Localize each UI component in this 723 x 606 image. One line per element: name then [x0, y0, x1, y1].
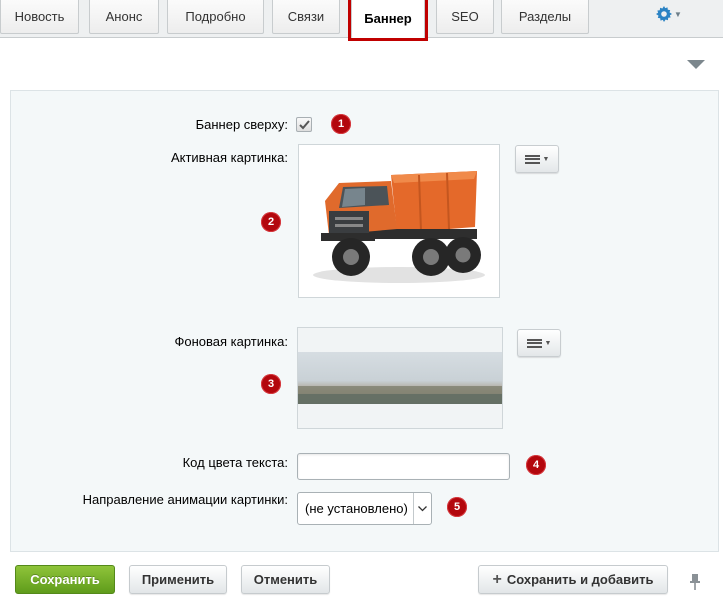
- checkmark-icon: [298, 119, 310, 129]
- tab-label: Подробно: [185, 9, 246, 24]
- active-image-preview[interactable]: [298, 144, 500, 298]
- step-badge-3: 3: [261, 374, 281, 394]
- background-image-label: Фоновая картинка:: [174, 334, 288, 349]
- animation-direction-label: Направление анимации картинки:: [82, 492, 288, 507]
- truck-image: [313, 171, 485, 283]
- tab-label: Баннер: [364, 11, 412, 26]
- tab-announce[interactable]: Анонс: [89, 0, 159, 34]
- active-image-menu-button[interactable]: ▼: [515, 145, 559, 173]
- chevron-down-icon: ▼: [542, 155, 550, 163]
- save-button[interactable]: Сохранить: [15, 565, 115, 594]
- text-color-input[interactable]: [297, 453, 510, 480]
- save-and-add-button[interactable]: + Сохранить и добавить: [478, 565, 668, 594]
- chevron-down-icon: ▼: [544, 339, 552, 347]
- tab-label: Связи: [287, 9, 325, 24]
- step-badge-4: 4: [526, 455, 546, 475]
- tab-banner[interactable]: Баннер: [351, 0, 425, 38]
- text-color-label: Код цвета текста:: [182, 455, 288, 470]
- gear-icon: [656, 6, 672, 22]
- banner-top-checkbox[interactable]: [296, 117, 312, 132]
- background-image-menu-button[interactable]: ▼: [517, 329, 561, 357]
- button-label: Сохранить и добавить: [506, 572, 654, 587]
- apply-button[interactable]: Применить: [129, 565, 227, 594]
- step-badge-2: 2: [261, 212, 281, 232]
- button-label: Сохранить: [30, 572, 100, 587]
- hamburger-menu-icon: [526, 338, 542, 348]
- settings-button[interactable]: ▼: [656, 4, 686, 24]
- tab-news[interactable]: Новость: [0, 0, 79, 34]
- button-label: Применить: [141, 572, 215, 587]
- tab-label: Разделы: [518, 9, 572, 24]
- plus-icon: +: [492, 570, 502, 588]
- pin-icon[interactable]: [688, 573, 702, 591]
- tab-details[interactable]: Подробно: [167, 0, 264, 34]
- landscape-image: [298, 352, 502, 404]
- button-label: Отменить: [253, 572, 318, 587]
- tab-links[interactable]: Связи: [272, 0, 340, 34]
- chevron-down-icon: [413, 493, 431, 524]
- triangle-down-icon[interactable]: [687, 60, 705, 69]
- animation-direction-select[interactable]: (не установлено): [297, 492, 432, 525]
- background-image-preview[interactable]: [297, 327, 503, 429]
- chevron-down-icon: ▼: [674, 9, 682, 19]
- tab-label: Новость: [14, 9, 65, 24]
- tab-bar: Новость Анонс Подробно Связи Баннер SEO …: [0, 0, 723, 38]
- banner-top-label: Баннер сверху:: [195, 117, 288, 132]
- tab-label: SEO: [451, 9, 479, 24]
- step-badge-5: 5: [447, 497, 467, 517]
- tab-label: Анонс: [105, 9, 143, 24]
- step-badge-1: 1: [331, 114, 351, 134]
- tab-seo[interactable]: SEO: [436, 0, 494, 34]
- cancel-button[interactable]: Отменить: [241, 565, 330, 594]
- hamburger-menu-icon: [524, 154, 540, 164]
- tab-sections[interactable]: Разделы: [501, 0, 589, 34]
- active-image-label: Активная картинка:: [170, 150, 288, 165]
- select-value: (не установлено): [305, 501, 408, 516]
